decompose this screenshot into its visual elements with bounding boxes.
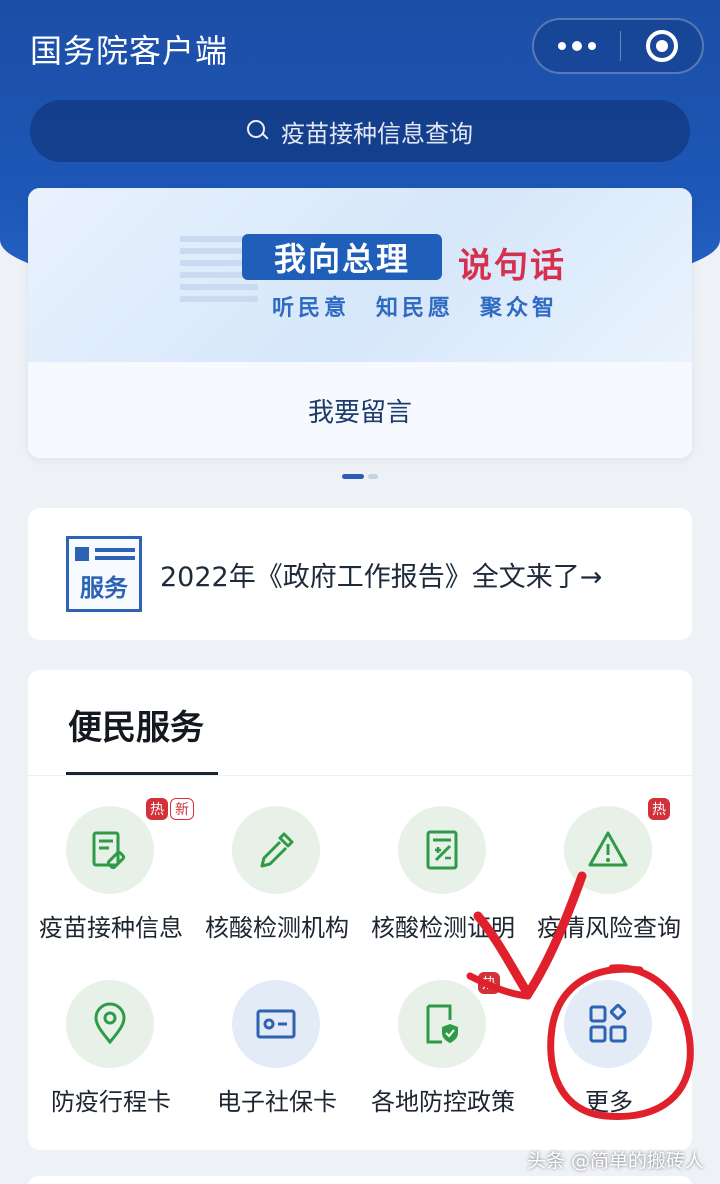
dot-icon [558,42,566,50]
close-button[interactable] [621,20,702,72]
hot-badge: 热 [648,798,670,820]
dropper-icon [232,806,320,894]
banner-subtitle: 听民意 知民愿 聚众智 [272,296,559,321]
service-item-travel-card[interactable]: 防疫行程卡 [28,980,194,1130]
vaccine-form-icon [66,806,154,894]
carousel-dot-active [342,474,364,479]
dot-icon [572,41,582,51]
search-icon [247,120,269,142]
more-options-button[interactable] [534,20,620,72]
service-item-testing-agency[interactable]: 核酸检测机构 [194,806,360,956]
service-item-label: 疫情风险查询 [537,914,681,942]
watermark-text: 头条 @简单的搬砖人 [526,1150,704,1172]
location-pin-icon [66,980,154,1068]
convenience-services-card: 便民服务 热 新 疫苗接种信息 核酸检测机构 核酸检测证明 热 疫情风险查询 防… [28,670,692,1150]
banner-red-text: 说句话 [458,246,566,286]
service-item-label: 各地防控政策 [371,1088,515,1116]
dot-icon [588,42,596,50]
service-item-vaccine-info[interactable]: 热 新 疫苗接种信息 [28,798,194,956]
warning-icon [564,806,652,894]
service-item-label: 电子社保卡 [217,1088,337,1116]
service-item-local-policies[interactable]: 热 各地防控政策 [360,972,526,1130]
certificate-icon [398,806,486,894]
id-card-icon [232,980,320,1068]
service-item-label: 防疫行程卡 [51,1088,171,1116]
leave-message-button[interactable]: 我要留言 [28,362,692,458]
target-close-icon [645,30,678,62]
service-item-label: 核酸检测证明 [371,914,515,942]
next-card-edge [28,1176,692,1184]
shield-doc-icon [398,980,486,1068]
message-banner[interactable]: 我向总理 说句话 听民意 知民愿 聚众智 我要留言 [28,188,692,458]
service-item-label: 疫苗接种信息 [39,914,183,942]
section-divider [28,775,692,776]
hot-badge: 热 [478,972,500,994]
grid-more-icon [564,980,652,1068]
app-title: 国务院客户端 [30,32,229,70]
search-placeholder: 疫苗接种信息查询 [281,119,473,148]
banner-highlight: 我向总理 [242,234,442,280]
carousel-indicator [342,474,378,479]
service-item-label: 更多 [585,1088,633,1116]
search-input[interactable]: 疫苗接种信息查询 [30,100,690,162]
service-item-label: 核酸检测机构 [205,914,349,942]
hot-badge: 热 [146,798,168,820]
section-title: 便民服务 [68,708,204,748]
service-item-risk-query[interactable]: 热 疫情风险查询 [526,798,692,956]
service-item-social-security-card[interactable]: 电子社保卡 [194,980,360,1130]
carousel-dot [368,474,378,479]
mini-program-capsule [532,18,704,74]
service-item-more[interactable]: 更多 [526,980,692,1130]
service-item-test-certificate[interactable]: 核酸检测证明 [360,806,526,956]
report-card[interactable]: 服务 2022年《政府工作报告》全文来了→ [28,508,692,640]
report-link-text: 2022年《政府工作报告》全文来了→ [160,561,603,593]
service-badge-icon: 服务 [66,536,142,612]
service-badge-text: 服务 [80,574,128,602]
new-badge: 新 [170,798,194,820]
